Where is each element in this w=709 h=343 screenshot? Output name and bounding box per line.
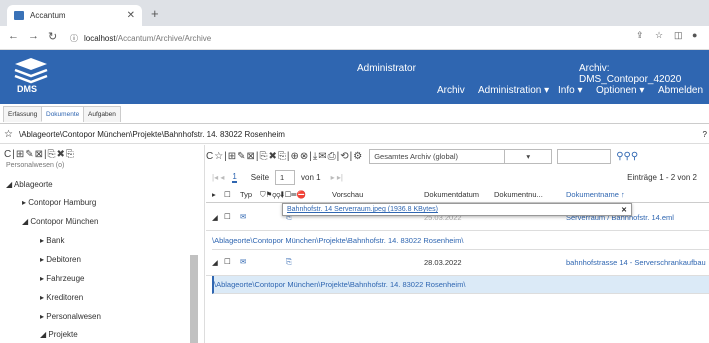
preview-tooltip: Bahnhofstr. 14 Serverraum.jpeg (1936.8 K… (282, 203, 632, 216)
tree-item-projekte[interactable]: ◢ Projekte (40, 330, 78, 339)
tree-item-cut: Personalwesen (o) (6, 162, 65, 169)
row-name[interactable]: bahnhofstrasse 14 - Serverschrankaufbau (566, 258, 709, 267)
row-checkbox[interactable]: ☐ (224, 212, 231, 221)
tree-item-bank[interactable]: ▸ Bank (40, 236, 64, 245)
tooltip-close-icon[interactable]: ✕ (621, 206, 627, 214)
menu-administration[interactable]: Administration ▾ (478, 85, 549, 96)
row-path[interactable]: \Ablageorte\Contopor München\Projekte\Ba… (212, 232, 709, 250)
col-vorschau[interactable]: Vorschau (332, 190, 363, 199)
browser-tab[interactable]: Accantum ✕ (7, 5, 142, 26)
scope-select[interactable]: Gesamtes Archiv (global) (369, 148, 506, 164)
pager: |◂ ◂ 1 Seite 1 von 1 ▸ ▸| Einträge 1 - 2 von 2 (206, 168, 709, 186)
new-tab-icon[interactable]: + (151, 6, 159, 21)
page-input[interactable]: 1 (275, 169, 296, 185)
forward-icon[interactable]: → (28, 30, 39, 42)
page-label: Seite (250, 172, 270, 182)
tree-item-ablageorte[interactable]: ◢ Ablageorte (6, 180, 53, 189)
table-row[interactable]: ◢ ☐ ✉ ⎘ 28.03.2022 bahnhofstrasse 14 - S… (206, 250, 709, 276)
menu-abmelden[interactable]: Abmelden (658, 85, 703, 96)
document-toolbar: C☆|⊞✎⊠|⎘✖⎘|⊕⊗|⤓✉⎙|⟲|⚙ Gesamtes Archiv (gl… (206, 147, 709, 165)
logo-text: DMS (17, 84, 37, 94)
url-host: localhost (84, 33, 116, 43)
user-name: Administrator (357, 63, 416, 74)
info-icon: ⓘ (70, 33, 78, 43)
url-field[interactable]: ⓘ localhost/Accantum/Archive/Archive (70, 29, 630, 47)
expand-col-icon: ▸ (212, 190, 216, 199)
col-dokumentdatum[interactable]: Dokumentdatum (424, 190, 479, 199)
tab-erfassung[interactable]: Erfassung (3, 106, 43, 122)
search-input[interactable] (557, 148, 612, 164)
search-icon[interactable]: ⚲⚲⚲ (616, 151, 638, 162)
collapse-icon[interactable]: ◢ (212, 258, 218, 267)
profile-icon[interactable]: ● (692, 30, 697, 40)
attachment-icon: ⎘ (286, 257, 292, 266)
share-icon[interactable]: ⇪ (636, 30, 644, 41)
tab-aufgaben[interactable]: Aufgaben (83, 106, 121, 122)
tree-item-fahrzeuge[interactable]: ▸ Fahrzeuge (40, 274, 85, 283)
url-path: /Accantum/Archive/Archive (115, 33, 212, 43)
email-icon: ✉ (240, 212, 247, 221)
collapse-icon[interactable]: ◢ (212, 213, 218, 222)
menu-info[interactable]: Info ▾ (558, 85, 582, 96)
tree-scrollbar[interactable] (190, 255, 198, 343)
email-icon: ✉ (240, 257, 247, 266)
first-page-icon[interactable]: |◂ ◂ (212, 173, 224, 182)
next-page-icon[interactable]: ▸ ▸| (331, 173, 343, 182)
row-date: 28.03.2022 (424, 258, 462, 267)
archive-info: Archiv: DMS_Contopor_42020 (579, 63, 682, 85)
entries-count: Einträge 1 - 2 von 2 (627, 172, 697, 182)
help-icon[interactable]: ? (703, 130, 707, 139)
reload-icon[interactable]: ↻ (48, 30, 57, 43)
page-of: von 1 (301, 172, 321, 182)
breadcrumb: \Ablageorte\Contopor München\Projekte\Ba… (18, 130, 285, 139)
menu-archiv[interactable]: Archiv (437, 85, 465, 96)
tree-item-hamburg[interactable]: ▸ Contopor Hamburg (22, 198, 96, 207)
favorite-star-icon[interactable]: ☆ (4, 129, 13, 140)
breadcrumb-row: ☆ \Ablageorte\Contopor München\Projekte\B… (0, 126, 709, 144)
tree-item-personalwesen[interactable]: ▸ Personalwesen (40, 312, 101, 321)
close-tab-icon[interactable]: ✕ (127, 10, 135, 21)
app-favicon-icon (14, 11, 24, 20)
tree-panel (0, 145, 205, 343)
star-icon[interactable]: ☆ (655, 30, 663, 41)
tab-dokumente[interactable]: Dokumente (41, 106, 85, 122)
row-checkbox[interactable]: ☐ (224, 257, 231, 266)
row-path-selected[interactable]: \Ablageorte\Contopor München\Projekte\Ba… (212, 276, 709, 294)
tab-title: Accantum (30, 11, 66, 20)
tree-item-debitoren[interactable]: ▸ Debitoren (40, 255, 81, 264)
flag-icons: ⛉⚑⚲⚲⬇☐☰⛔ (260, 190, 306, 199)
back-icon[interactable]: ← (8, 30, 19, 42)
tree-item-muenchen[interactable]: ◢ Contopor München (22, 217, 98, 226)
action-icons[interactable]: C☆|⊞✎⊠|⎘✖⎘|⊕⊗|⤓✉⎙|⟲|⚙ (206, 151, 363, 162)
scope-dropdown-icon[interactable]: ▾ (504, 148, 553, 164)
current-page[interactable]: 1 (232, 172, 237, 183)
table-header: ▸ ☐ Typ ⛉⚑⚲⚲⬇☐☰⛔ Vorschau Dokumentdatum … (206, 190, 709, 203)
select-all-checkbox[interactable]: ☐ (224, 190, 231, 199)
menu-optionen[interactable]: Optionen ▾ (596, 85, 644, 96)
col-dokumentname[interactable]: Dokumentname ↑ (566, 190, 625, 199)
tooltip-link[interactable]: Bahnhofstr. 14 Serverraum.jpeg (1936.8 K… (287, 206, 438, 213)
tree-item-kreditoren[interactable]: ▸ Kreditoren (40, 293, 83, 302)
col-dokumentnummer[interactable]: Dokumentnu... (494, 190, 543, 199)
col-typ[interactable]: Typ (240, 190, 252, 199)
tree-toolbar[interactable]: C|⊞✎⊠|⎘✖⎘ (4, 149, 75, 160)
sidepanel-icon[interactable]: ◫ (674, 30, 683, 41)
dms-logo-icon[interactable]: DMS (11, 56, 51, 94)
